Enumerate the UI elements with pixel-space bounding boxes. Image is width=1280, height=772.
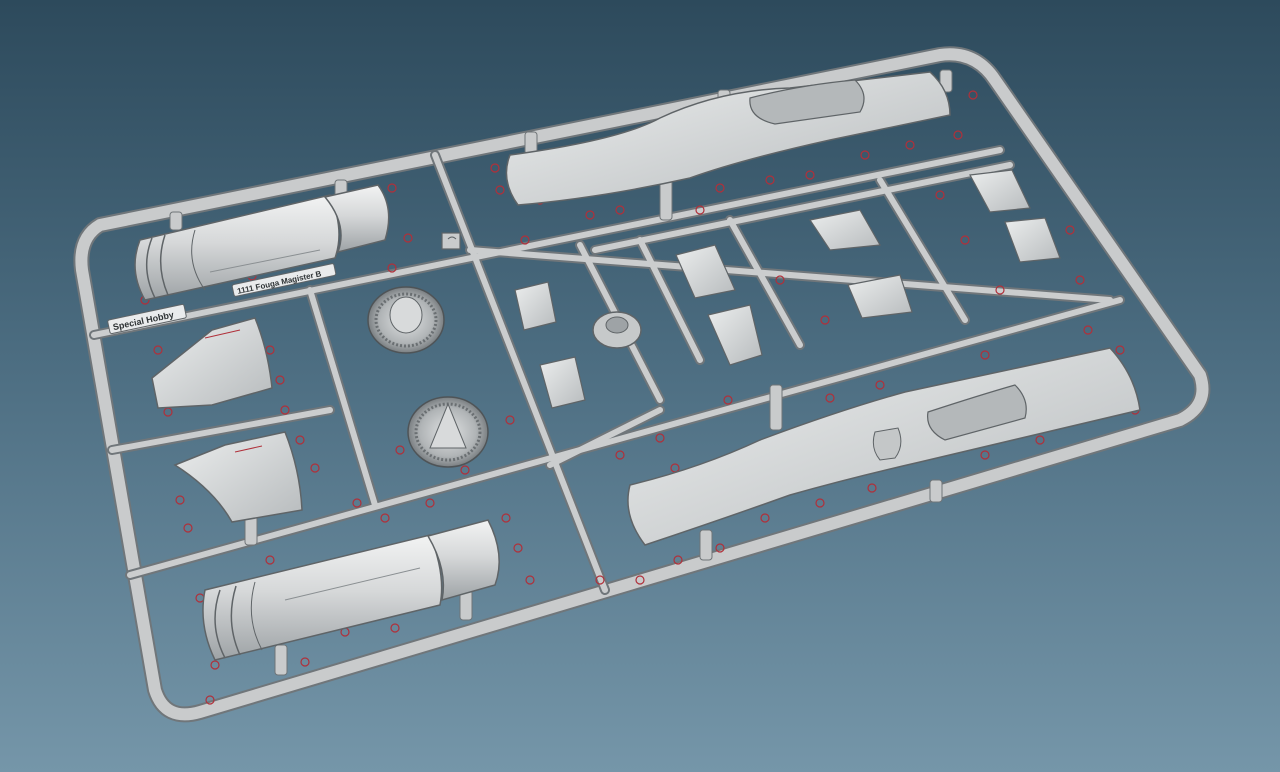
intake-part-upper (151, 317, 273, 409)
engine-fan-upper (367, 286, 445, 354)
engine-fan-lower (407, 396, 489, 468)
brand-label-tag: Special Hobby (107, 303, 187, 335)
intake-part-lower (173, 431, 303, 523)
sprue-tab-square (441, 232, 461, 250)
sprue-render-viewport: Special Hobby 1111 Fouga Magister B (73, 46, 1211, 723)
ring-part (592, 311, 642, 349)
